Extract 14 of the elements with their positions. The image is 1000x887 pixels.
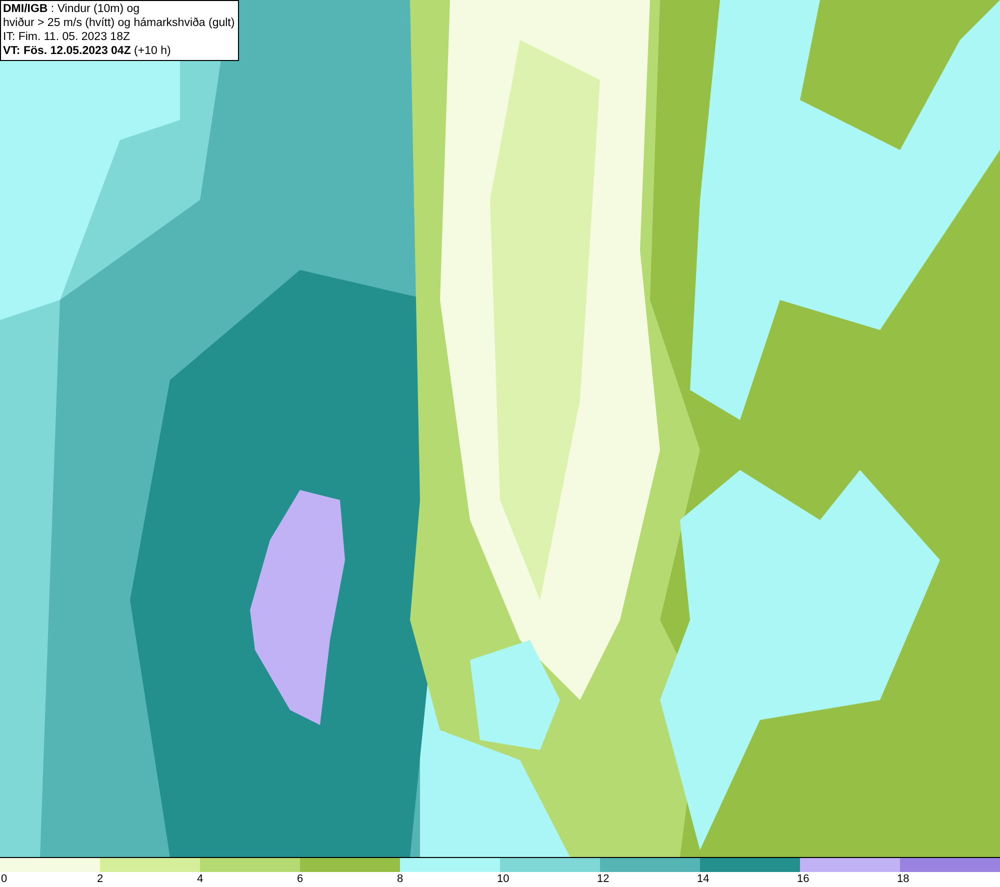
title-line: IT: Fim. 11. 05. 2023 18Z xyxy=(3,30,131,44)
legend-tick-label: 6 xyxy=(297,872,304,886)
legend-tick-label: 10 xyxy=(497,872,510,886)
legend-tick-label: 14 xyxy=(697,872,710,886)
legend-tick-label: 18 xyxy=(897,872,910,886)
legend-tick-label: 8 xyxy=(397,872,404,886)
legend-tick-label: 4 xyxy=(197,872,204,886)
legend-tick-label: 0 xyxy=(1,872,8,886)
legend-tick-label: 12 xyxy=(597,872,610,886)
legend-tick-label: 16 xyxy=(797,872,810,886)
title-line: DMI/IGB : Vindur (10m) og xyxy=(3,2,141,16)
title-line: hviður > 25 m/s (hvítt) og hámarkshviða (gult) xyxy=(3,16,235,30)
title-line: VT: Fös. 12.05.2023 04Z (+10 h) xyxy=(3,44,172,58)
legend-tick-label: 2 xyxy=(97,872,104,886)
